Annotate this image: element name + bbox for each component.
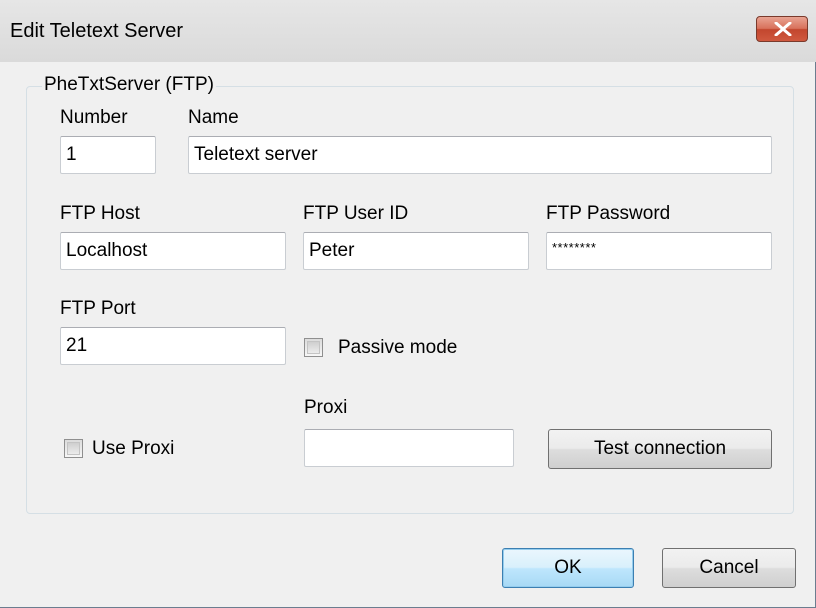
passive-mode-label[interactable]: Passive mode xyxy=(338,337,457,359)
ftp-user-id-label: FTP User ID xyxy=(303,203,409,224)
use-proxi-checkbox[interactable] xyxy=(64,439,83,458)
use-proxi-label[interactable]: Use Proxi xyxy=(92,438,174,460)
title-bar[interactable]: Edit Teletext Server xyxy=(0,0,816,62)
ftp-password-input[interactable]: ******** xyxy=(546,232,772,270)
name-input[interactable]: Teletext server xyxy=(188,136,772,174)
ftp-password-label: FTP Password xyxy=(546,203,671,224)
number-input[interactable]: 1 xyxy=(60,136,156,174)
passive-mode-checkbox[interactable] xyxy=(304,338,323,357)
close-icon xyxy=(774,22,792,36)
proxi-label: Proxi xyxy=(304,397,348,418)
number-label: Number xyxy=(60,107,128,128)
dialog-body: PheTxtServer (FTP) Number 1 Name Teletex… xyxy=(8,62,808,602)
ftp-port-input[interactable]: 21 xyxy=(60,327,286,365)
test-connection-button[interactable]: Test connection xyxy=(548,429,772,469)
close-button[interactable] xyxy=(756,16,808,42)
group-legend: PheTxtServer (FTP) xyxy=(42,74,216,96)
cancel-button[interactable]: Cancel xyxy=(662,548,796,588)
name-label: Name xyxy=(188,107,239,128)
proxi-input[interactable] xyxy=(304,429,514,467)
ftp-port-label: FTP Port xyxy=(60,298,136,319)
ftp-user-id-input[interactable]: Peter xyxy=(303,232,529,270)
ok-button[interactable]: OK xyxy=(502,548,634,588)
ftp-host-input[interactable]: Localhost xyxy=(60,232,286,270)
window-title: Edit Teletext Server xyxy=(10,20,184,42)
dialog-window: Edit Teletext Server PheTxtServer (FTP) … xyxy=(0,0,816,608)
ftp-host-label: FTP Host xyxy=(60,203,140,224)
